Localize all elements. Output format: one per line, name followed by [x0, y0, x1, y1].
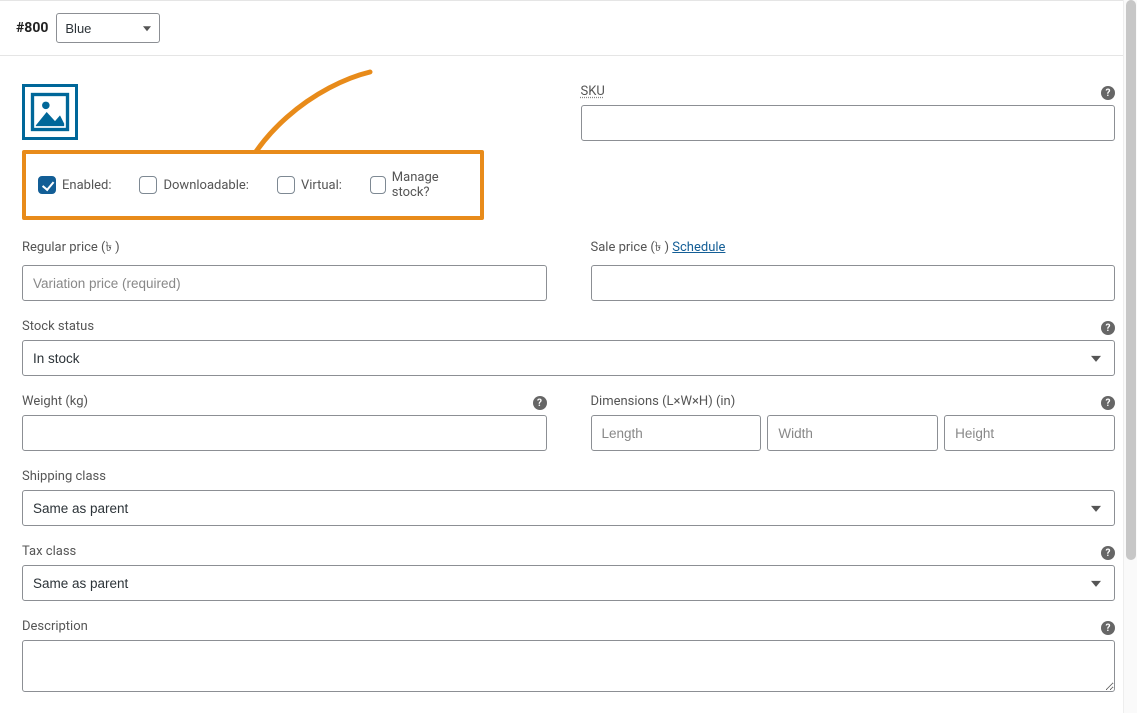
downloadable-checkbox[interactable]	[139, 176, 157, 194]
regular-price-label: Regular price (৳ )	[22, 238, 547, 259]
sale-price-input[interactable]	[591, 265, 1116, 301]
height-input[interactable]	[944, 415, 1115, 451]
sku-input[interactable]	[581, 105, 1116, 141]
virtual-group: Virtual:	[277, 176, 342, 194]
manage-stock-checkbox[interactable]	[370, 176, 386, 194]
variation-id: #800	[16, 20, 48, 36]
description-field: Description ?	[22, 619, 1115, 696]
virtual-label: Virtual:	[301, 178, 342, 193]
length-input[interactable]	[591, 415, 762, 451]
variation-header: #800 Blue	[0, 0, 1137, 56]
sale-price-field: Sale price (৳ ) Schedule	[591, 238, 1116, 301]
description-input[interactable]	[22, 640, 1115, 692]
weight-label: Weight (kg)	[22, 394, 547, 409]
weight-input[interactable]	[22, 415, 547, 451]
help-icon[interactable]: ?	[1101, 396, 1115, 410]
help-icon[interactable]: ?	[1101, 621, 1115, 635]
sku-label: SKU	[581, 84, 1116, 99]
sku-field: SKU ?	[581, 84, 1116, 141]
image-placeholder-icon	[30, 92, 70, 132]
upload-image-button[interactable]	[22, 84, 78, 140]
enabled-checkbox[interactable]	[38, 176, 56, 194]
virtual-checkbox[interactable]	[277, 176, 295, 194]
enabled-label: Enabled:	[62, 178, 111, 193]
help-icon[interactable]: ?	[1101, 86, 1115, 100]
attribute-select[interactable]: Blue	[56, 13, 160, 43]
help-icon[interactable]: ?	[1101, 321, 1115, 335]
scrollbar[interactable]	[1123, 0, 1137, 713]
tax-class-label: Tax class	[22, 544, 1115, 559]
attribute-select-wrap: Blue	[56, 13, 160, 43]
regular-price-input[interactable]	[22, 265, 547, 301]
stock-status-label: Stock status	[22, 319, 1115, 334]
tax-class-field: Tax class ? Same as parent	[22, 544, 1115, 601]
regular-price-field: Regular price (৳ )	[22, 238, 547, 301]
tax-class-select[interactable]: Same as parent	[22, 565, 1115, 601]
checkbox-highlight: Enabled: Downloadable: Virtual: Manage s…	[22, 150, 484, 220]
shipping-class-select[interactable]: Same as parent	[22, 490, 1115, 526]
variation-panel: Enabled: Downloadable: Virtual: Manage s…	[0, 84, 1137, 718]
enabled-group: Enabled:	[38, 176, 111, 194]
stock-status-field: Stock status ? In stock	[22, 319, 1115, 376]
description-label: Description	[22, 619, 1115, 634]
help-icon[interactable]: ?	[1101, 546, 1115, 560]
weight-field: Weight (kg) ?	[22, 394, 547, 451]
shipping-class-field: Shipping class Same as parent	[22, 469, 1115, 526]
scrollbar-thumb[interactable]	[1126, 0, 1136, 560]
manage-stock-label: Manage stock?	[392, 170, 468, 200]
downloadable-label: Downloadable:	[163, 178, 248, 193]
dimensions-field: Dimensions (L×W×H) (in) ?	[591, 394, 1116, 451]
schedule-link[interactable]: Schedule	[672, 240, 725, 255]
help-icon[interactable]: ?	[533, 396, 547, 410]
stock-status-select[interactable]: In stock	[22, 340, 1115, 376]
width-input[interactable]	[767, 415, 938, 451]
sale-price-label: Sale price (৳ ) Schedule	[591, 238, 1116, 259]
manage-stock-group: Manage stock?	[370, 170, 468, 200]
dimensions-label: Dimensions (L×W×H) (in)	[591, 394, 1116, 409]
shipping-class-label: Shipping class	[22, 469, 1115, 484]
downloadable-group: Downloadable:	[139, 176, 248, 194]
